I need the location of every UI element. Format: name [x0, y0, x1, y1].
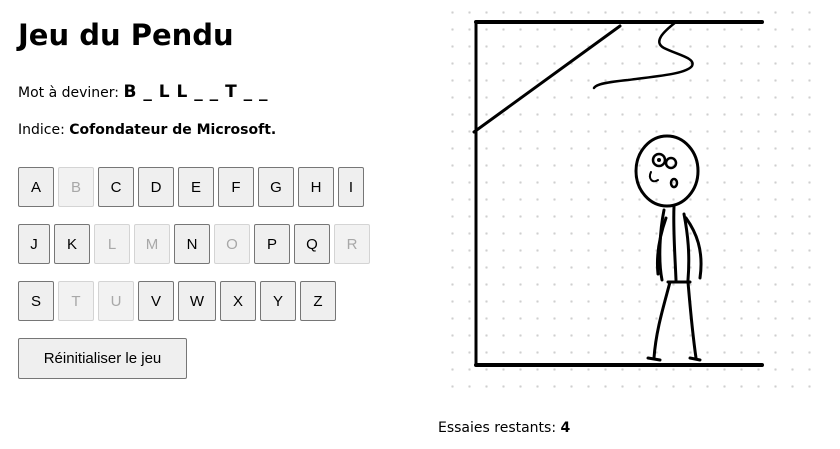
key-x[interactable]: X	[220, 281, 256, 321]
key-h[interactable]: H	[298, 167, 334, 207]
key-d[interactable]: D	[138, 167, 174, 207]
rope	[592, 20, 694, 90]
hangman-drawing-canvas	[438, 0, 818, 400]
hint: Indice: Cofondateur de Microsoft.	[18, 122, 276, 138]
hangman-foot-right	[688, 356, 702, 362]
hangman-drawing	[472, 20, 764, 367]
key-k[interactable]: K	[54, 224, 90, 264]
key-c[interactable]: C	[98, 167, 134, 207]
key-a[interactable]: A	[18, 167, 54, 207]
hangman-foot-left	[646, 356, 662, 362]
hangman-body-outline-right	[682, 212, 691, 282]
key-v[interactable]: V	[138, 281, 174, 321]
keyboard-row-3: STUVWXYZ	[18, 281, 340, 321]
hangman-body	[672, 204, 678, 282]
page-title: Jeu du Pendu	[18, 18, 234, 52]
keyboard-row-2: JKLMNOPQR	[18, 224, 374, 264]
hangman-arm-left	[656, 216, 668, 276]
word-label: Mot à deviner:	[18, 85, 120, 101]
hangman-leg-right	[686, 280, 698, 360]
key-r: R	[334, 224, 370, 264]
key-m: M	[134, 224, 170, 264]
key-q[interactable]: Q	[294, 224, 330, 264]
key-f[interactable]: F	[218, 167, 254, 207]
tries-value: 4	[560, 420, 571, 436]
key-n[interactable]: N	[174, 224, 210, 264]
word-to-guess: Mot à deviner: B _ L L _ _ T _ _	[18, 82, 268, 102]
key-l: L	[94, 224, 130, 264]
key-i[interactable]: I	[338, 167, 364, 207]
hangman-leg-left	[652, 280, 672, 360]
hangman-head	[634, 134, 700, 208]
hangman-pupil-left	[657, 158, 661, 162]
key-e[interactable]: E	[178, 167, 214, 207]
remaining-tries: Essaies restants: 4	[438, 420, 570, 436]
hint-label: Indice:	[18, 122, 65, 138]
key-o: O	[214, 224, 250, 264]
key-p[interactable]: P	[254, 224, 290, 264]
tries-label: Essaies restants:	[438, 420, 557, 436]
key-w[interactable]: W	[178, 281, 216, 321]
hangman-mouth	[669, 177, 679, 189]
key-u: U	[98, 281, 134, 321]
key-s[interactable]: S	[18, 281, 54, 321]
key-t: T	[58, 281, 94, 321]
hangman-eye-right	[664, 156, 678, 170]
word-display: B _ L L _ _ T _ _	[123, 82, 269, 102]
gallows-brace	[472, 24, 622, 134]
key-b: B	[58, 167, 94, 207]
reset-button[interactable]: Réinitialiser le jeu	[18, 338, 187, 379]
key-j[interactable]: J	[18, 224, 50, 264]
hint-text: Cofondateur de Microsoft.	[69, 122, 277, 138]
hangman-nose	[648, 171, 659, 183]
key-y[interactable]: Y	[260, 281, 296, 321]
keyboard-row-1: ABCDEFGHI	[18, 167, 368, 207]
key-z[interactable]: Z	[300, 281, 336, 321]
key-g[interactable]: G	[258, 167, 294, 207]
